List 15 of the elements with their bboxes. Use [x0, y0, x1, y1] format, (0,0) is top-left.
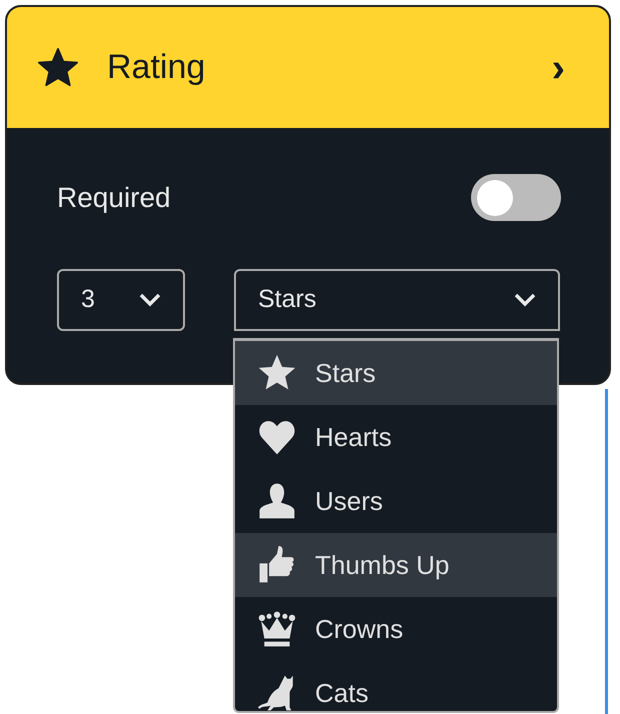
- card-title: Rating: [107, 47, 206, 88]
- dropdown-option[interactable]: Crowns: [235, 597, 557, 661]
- type-select[interactable]: Stars: [234, 269, 560, 331]
- dropdown-option[interactable]: Cats: [235, 661, 557, 711]
- chevron-down-icon: [514, 293, 536, 307]
- count-select[interactable]: 3: [57, 269, 185, 331]
- chevron-icon[interactable]: ›: [552, 48, 565, 88]
- dropdown-option[interactable]: Hearts: [235, 405, 557, 469]
- dropdown-option[interactable]: Thumbs Up: [235, 533, 557, 597]
- dropdown-option[interactable]: Users: [235, 469, 557, 533]
- required-toggle[interactable]: [471, 174, 561, 221]
- chevron-down-icon: [139, 293, 161, 307]
- toggle-label: Required: [57, 180, 171, 215]
- star-icon: [37, 48, 79, 88]
- dropdown-option[interactable]: Stars: [235, 341, 557, 405]
